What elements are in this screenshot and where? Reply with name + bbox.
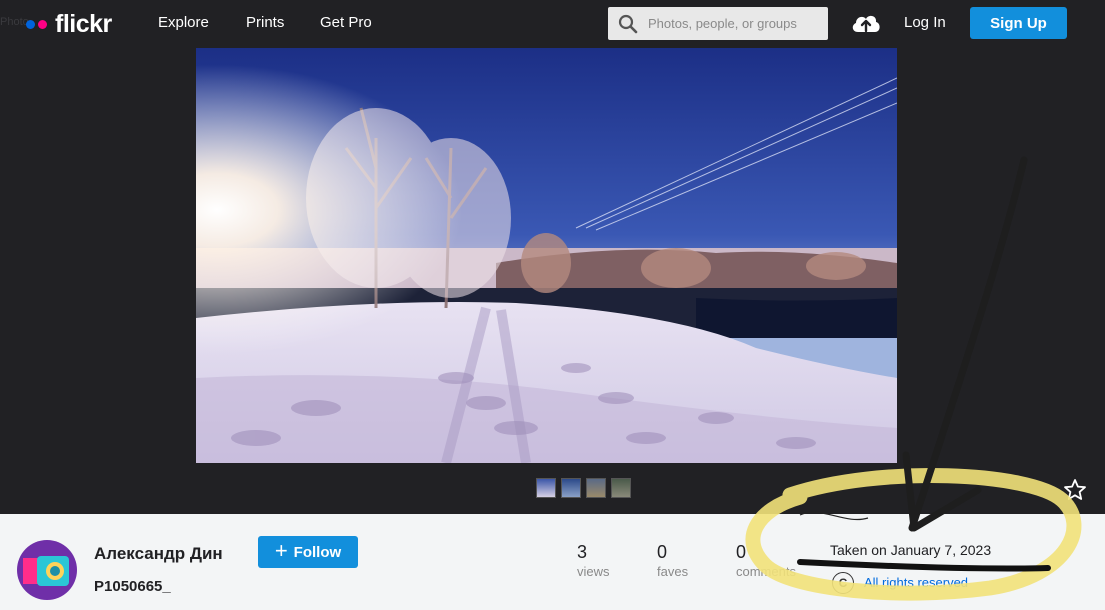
signup-button[interactable]: Sign Up (970, 7, 1067, 39)
copyright-icon: C (832, 572, 854, 594)
stat-label: views (577, 564, 610, 579)
thumbnail[interactable] (586, 478, 606, 498)
main-photo[interactable] (196, 48, 897, 463)
thumbnail[interactable] (536, 478, 556, 498)
login-link[interactable]: Log In (904, 14, 946, 31)
photo-stage (0, 48, 1105, 514)
photo-title: P1050665_ (94, 578, 171, 595)
logo-text: flickr (55, 9, 112, 38)
photo-info-bar: Александр Дин + Follow P1050665_ 3 views… (0, 514, 1105, 610)
logo-pink-dot (38, 19, 47, 29)
nav-ghost-text: Photo (0, 16, 29, 28)
license-link[interactable]: All rights reserved (864, 575, 968, 590)
stat-faves: 0 faves (657, 542, 688, 579)
follow-button[interactable]: + Follow (258, 536, 358, 568)
upload-cloud-icon[interactable] (850, 10, 882, 36)
nav-explore[interactable]: Explore (158, 14, 209, 31)
stat-label: comments (736, 564, 796, 579)
stat-value: 0 (736, 542, 747, 562)
nav-get-pro[interactable]: Get Pro (320, 14, 372, 31)
logo-blue-dot (26, 19, 35, 29)
avatar[interactable] (17, 540, 77, 600)
search-input[interactable] (648, 7, 823, 40)
owner-name[interactable]: Александр Дин (94, 544, 223, 564)
star-icon[interactable] (1063, 478, 1087, 502)
thumbnail[interactable] (561, 478, 581, 498)
search-box[interactable] (608, 7, 828, 40)
follow-label: Follow (293, 543, 342, 561)
stat-value: 3 (577, 542, 588, 562)
plus-icon: + (274, 538, 288, 563)
flickr-logo[interactable]: flickr (26, 8, 112, 40)
thumbnail-strip (536, 478, 631, 498)
date-taken[interactable]: Taken on January 7, 2023 (830, 542, 991, 558)
stat-value: 0 (657, 542, 668, 562)
stat-label: faves (657, 564, 689, 579)
nav-prints[interactable]: Prints (246, 14, 284, 31)
top-nav: Photo flickr Explore Prints Get Pro Log … (0, 0, 1105, 48)
search-icon[interactable] (618, 14, 638, 34)
thumbnail[interactable] (611, 478, 631, 498)
stat-comments: 0 comments (736, 542, 796, 579)
stat-views: 3 views (577, 542, 610, 579)
